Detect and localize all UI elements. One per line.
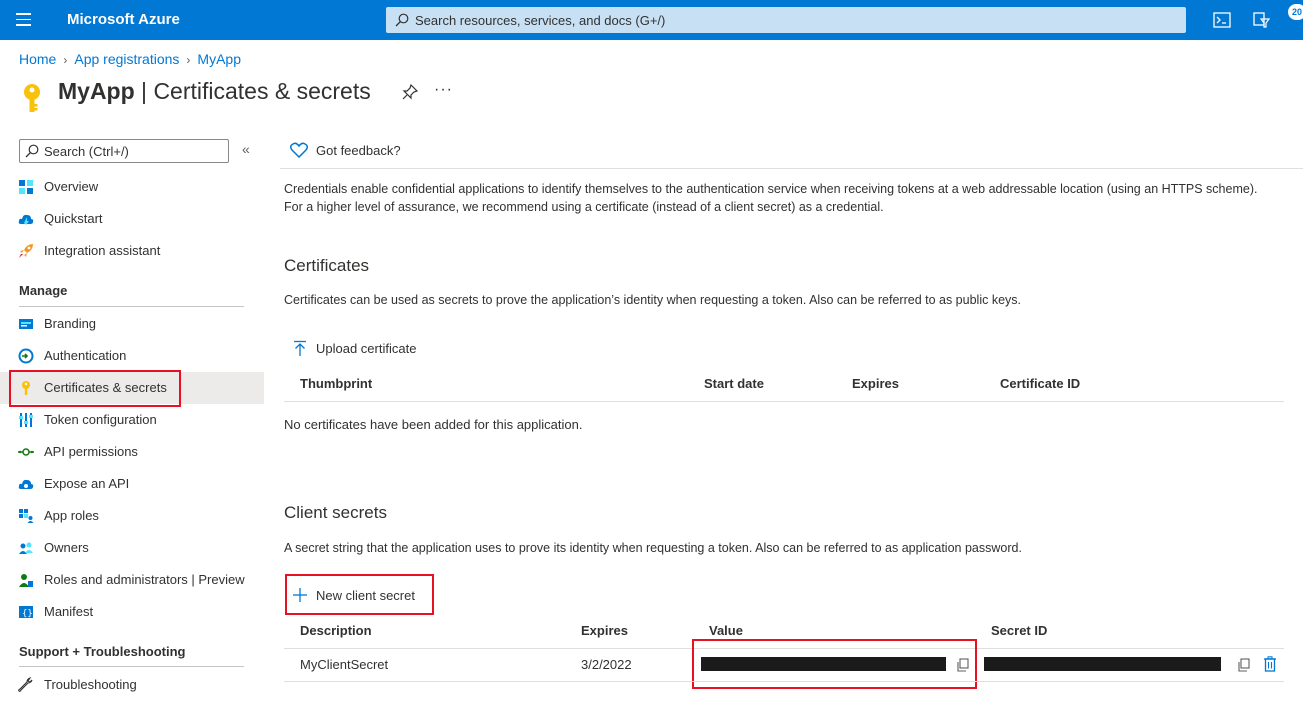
column-header-secret-id[interactable]: Secret ID (991, 623, 1047, 638)
directory-filter-icon[interactable] (1251, 10, 1271, 30)
sidebar-item-label: Owners (44, 540, 89, 555)
column-header-description[interactable]: Description (300, 623, 372, 638)
client-secrets-description: A secret string that the application use… (284, 541, 1022, 555)
sidebar-search-input[interactable]: Search (Ctrl+/) (19, 139, 229, 163)
sidebar-item-branding[interactable]: Branding (0, 308, 264, 340)
sidebar-item-label: Branding (44, 316, 97, 331)
client-secrets-heading: Client secrets (284, 503, 387, 522)
column-header-start-date[interactable]: Start date (704, 376, 764, 391)
sidebar-item-label: Token configuration (44, 412, 157, 427)
table-divider (284, 401, 1284, 402)
delete-icon[interactable] (1263, 656, 1277, 672)
column-header-expires[interactable]: Expires (581, 623, 628, 638)
sidebar-item-label: App roles (44, 508, 99, 523)
breadcrumb-app-registrations[interactable]: App registrations (74, 51, 179, 67)
breadcrumb-home[interactable]: Home (19, 51, 56, 67)
rocket-icon (19, 244, 33, 258)
sidebar-item-label: Overview (44, 179, 99, 194)
breadcrumb: Home › App registrations › MyApp (19, 51, 241, 67)
copy-icon[interactable] (1237, 658, 1251, 672)
sidebar-item-label: Roles and administrators | Preview (44, 572, 245, 587)
chevron-right-icon: › (63, 53, 68, 67)
manifest-icon: {} (19, 606, 33, 619)
secret-expires: 3/2/2022 (581, 657, 632, 672)
upload-icon (294, 340, 306, 356)
section-divider (19, 306, 244, 307)
page-title: MyApp | Certificates & secrets (58, 78, 371, 105)
sidebar-item-app-roles[interactable]: App roles (0, 500, 264, 532)
sidebar-search-placeholder: Search (Ctrl+/) (44, 144, 129, 159)
secret-description: MyClientSecret (300, 657, 389, 672)
pin-icon[interactable] (402, 84, 418, 100)
page-title-section: Certificates & secrets (153, 78, 371, 104)
notification-badge[interactable]: 20 (1288, 4, 1303, 20)
upload-certificate-label: Upload certificate (316, 341, 417, 356)
api-permissions-icon (18, 448, 34, 456)
sidebar-item-owners[interactable]: Owners (0, 532, 264, 564)
global-search-placeholder: Search resources, services, and docs (G+… (415, 13, 666, 28)
certificates-description: Certificates can be used as secrets to p… (284, 293, 1021, 307)
roles-admins-icon (19, 574, 33, 587)
sidebar-item-label: Quickstart (44, 211, 103, 226)
sidebar-item-troubleshooting[interactable]: Troubleshooting (0, 669, 264, 701)
sidebar-item-api-permissions[interactable]: API permissions (0, 436, 264, 468)
collapse-sidebar-icon[interactable]: « (242, 141, 250, 157)
sidebar-item-integration-assistant[interactable]: Integration assistant (0, 235, 264, 267)
token-config-icon (19, 413, 33, 427)
sidebar-item-authentication[interactable]: Authentication (0, 340, 264, 372)
expose-api-cloud-icon (18, 479, 34, 489)
column-header-expires[interactable]: Expires (852, 376, 899, 391)
column-header-value[interactable]: Value (709, 623, 743, 638)
owners-icon (19, 542, 33, 554)
wrench-icon (18, 677, 33, 692)
table-divider (284, 681, 1284, 682)
global-search-input[interactable]: Search resources, services, and docs (G+… (386, 7, 1186, 33)
sidebar-item-token-configuration[interactable]: Token configuration (0, 404, 264, 436)
highlight-box (285, 574, 434, 615)
svg-text:{}: {} (22, 609, 33, 619)
intro-text: Credentials enable confidential applicat… (284, 182, 1258, 214)
top-bar: Microsoft Azure Search resources, servic… (0, 0, 1303, 40)
feedback-label: Got feedback? (316, 143, 401, 158)
certificates-heading: Certificates (284, 256, 370, 275)
quickstart-cloud-icon (18, 214, 34, 225)
sidebar-item-manifest[interactable]: {} Manifest (0, 596, 264, 628)
sidebar-item-roles-administrators[interactable]: Roles and administrators | Preview (0, 564, 264, 596)
search-icon (25, 144, 39, 158)
highlight-box (9, 370, 181, 407)
sidebar-item-label: Troubleshooting (44, 677, 137, 692)
brand-title[interactable]: Microsoft Azure (67, 11, 180, 28)
sidebar-item-label: API permissions (44, 444, 138, 459)
cloud-shell-icon[interactable] (1212, 10, 1232, 30)
hamburger-menu-icon[interactable] (16, 13, 31, 27)
column-header-thumbprint[interactable]: Thumbprint (300, 376, 372, 391)
sidebar-item-label: Manifest (44, 604, 94, 619)
overview-grid-icon (19, 180, 33, 194)
command-bar-divider (280, 168, 1303, 169)
authentication-icon (18, 348, 34, 364)
branding-icon (19, 319, 33, 329)
section-heading-manage: Manage (19, 283, 68, 298)
sidebar-item-expose-an-api[interactable]: Expose an API (0, 468, 264, 500)
more-options-icon[interactable]: ··· (434, 81, 453, 99)
sidebar-item-label: Expose an API (44, 476, 130, 491)
breadcrumb-myapp[interactable]: MyApp (197, 51, 241, 67)
certificates-empty-message: No certificates have been added for this… (284, 417, 583, 432)
chevron-right-icon: › (186, 53, 191, 67)
section-heading-support: Support + Troubleshooting (19, 644, 186, 659)
secret-id-redacted (984, 657, 1221, 671)
section-divider (19, 666, 244, 667)
page-title-separator: | (134, 78, 154, 104)
sidebar-item-label: Authentication (44, 348, 127, 363)
key-icon (24, 84, 40, 112)
app-roles-icon (19, 509, 34, 523)
sidebar-item-label: Integration assistant (44, 243, 161, 258)
search-icon (395, 13, 409, 27)
page-title-app: MyApp (58, 78, 135, 104)
heart-icon (290, 142, 308, 158)
column-header-certificate-id[interactable]: Certificate ID (1000, 376, 1080, 391)
sidebar-item-overview[interactable]: Overview (0, 171, 264, 203)
sidebar-item-quickstart[interactable]: Quickstart (0, 203, 264, 235)
